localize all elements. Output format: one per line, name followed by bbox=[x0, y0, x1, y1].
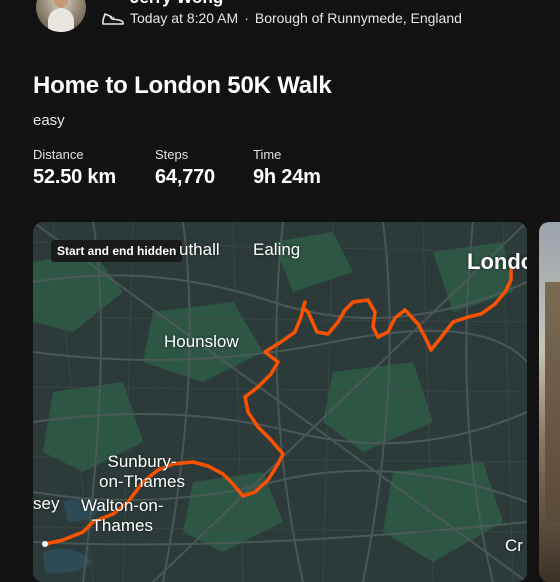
map-label-walton-line1: Walton-on- bbox=[81, 496, 164, 515]
activity-location: Borough of Runnymede, England bbox=[254, 10, 462, 26]
map-label-southall: uthall bbox=[179, 240, 220, 259]
stat-time-label: Time bbox=[253, 147, 282, 162]
stat-time-value: 9h 24m bbox=[253, 166, 321, 188]
activity-meta: Today at 8:20 AM · Borough of Runnymede,… bbox=[102, 10, 462, 26]
avatar-head bbox=[54, 0, 68, 8]
shoe-icon bbox=[102, 13, 124, 25]
activity-description: easy bbox=[33, 112, 65, 129]
map-label-walton: Walton-on- Thames bbox=[81, 496, 164, 535]
activity-timestamp: Today at 8:20 AM bbox=[130, 10, 239, 26]
map-label-croydon: Cr bbox=[505, 536, 523, 555]
stat-distance: Distance 52.50 km bbox=[33, 147, 116, 189]
stat-time: Time 9h 24m bbox=[253, 147, 321, 189]
map-label-sunbury-line1: Sunbury- bbox=[107, 452, 177, 471]
athlete-avatar[interactable] bbox=[36, 0, 86, 32]
stat-distance-label: Distance bbox=[33, 147, 84, 162]
avatar-body bbox=[48, 8, 74, 32]
map-label-chertsey: sey bbox=[33, 494, 60, 513]
photo-content bbox=[545, 282, 560, 522]
map-label-hounslow: Hounslow bbox=[164, 332, 239, 351]
stat-steps-label: Steps bbox=[155, 147, 189, 162]
map-label-sunbury: Sunbury- on-Thames bbox=[99, 452, 185, 491]
stat-distance-value: 52.50 km bbox=[33, 166, 116, 188]
activity-photo[interactable] bbox=[539, 222, 560, 582]
route-map[interactable]: Start and end hidden uthall Ealing Londo… bbox=[33, 222, 527, 582]
meta-separator: · bbox=[244, 10, 249, 26]
route-start-dot bbox=[42, 541, 48, 547]
map-label-ealing: Ealing bbox=[253, 240, 301, 259]
activity-title[interactable]: Home to London 50K Walk bbox=[33, 72, 332, 100]
stat-steps: Steps 64,770 bbox=[155, 147, 215, 189]
athlete-name[interactable]: Jerry Wong bbox=[130, 0, 223, 8]
map-label-london: London bbox=[467, 249, 527, 274]
stat-steps-value: 64,770 bbox=[155, 166, 215, 188]
privacy-badge: Start and end hidden bbox=[51, 240, 183, 262]
map-label-walton-line2: Thames bbox=[91, 515, 153, 535]
map-label-sunbury-line2: on-Thames bbox=[99, 471, 185, 491]
